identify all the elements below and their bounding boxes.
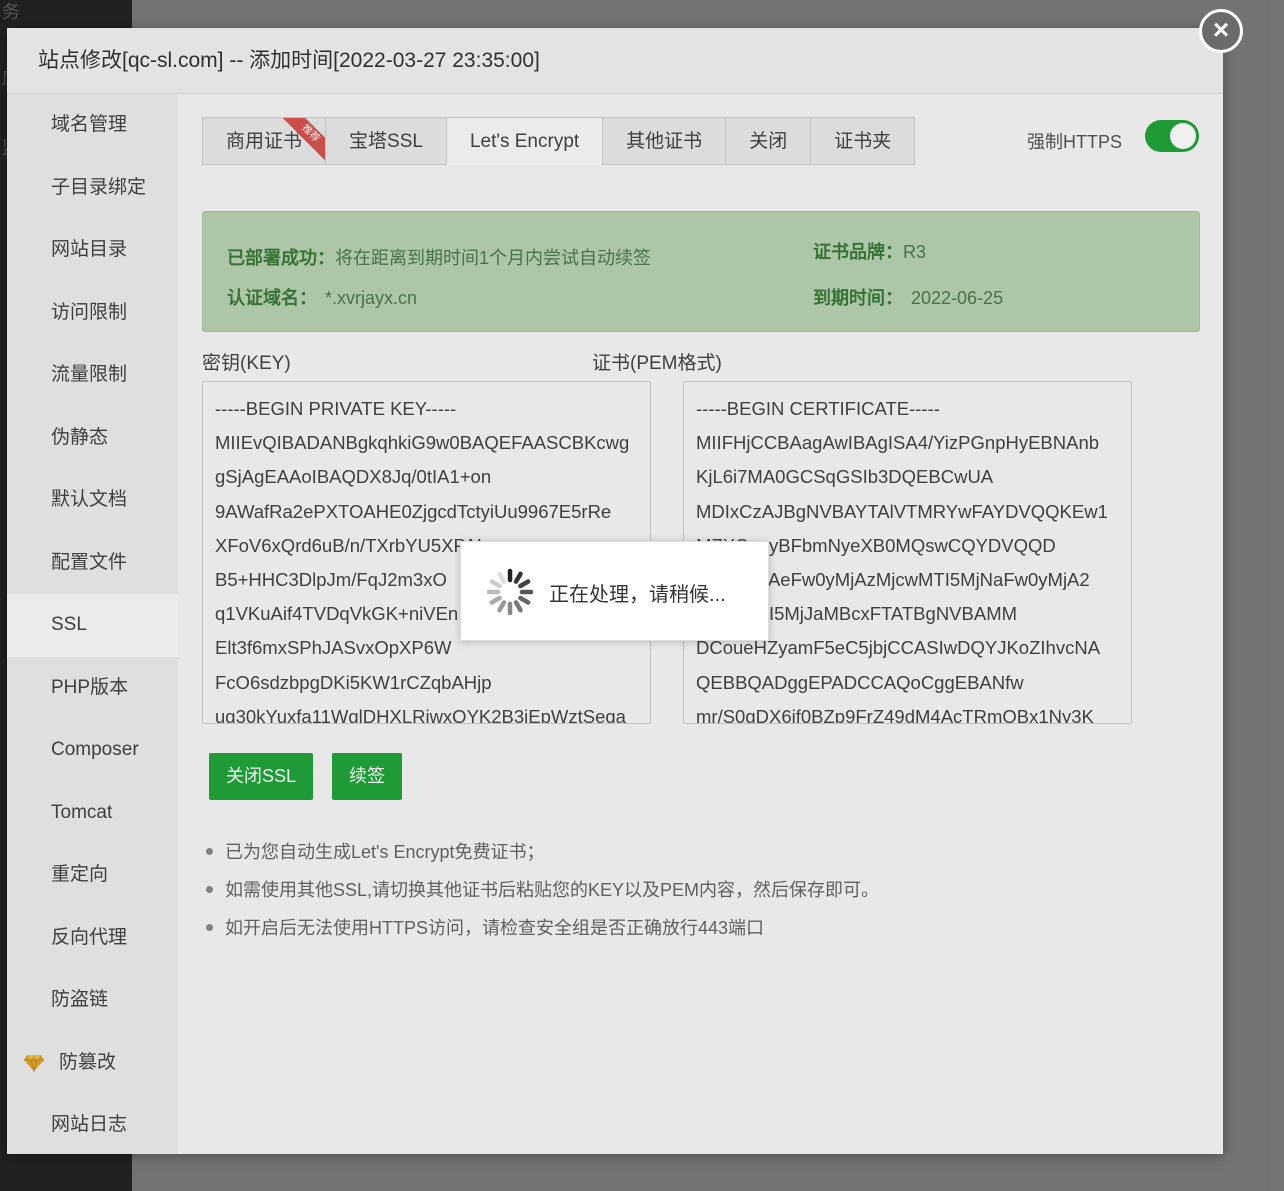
modal-title: 站点修改[qc-sl.com] -- 添加时间[2022-03-27 23:35… [7, 28, 1223, 94]
tip-item: 如需使用其他SSL,请切换其他证书后粘贴您的KEY以及PEM内容，然后保存即可。 [206, 875, 879, 913]
deploy-status-label: 已部署成功： [227, 248, 335, 268]
cert-expire: 到期时间： 2022-06-25 [813, 284, 1003, 310]
close-ssl-button[interactable]: 关闭SSL [209, 753, 314, 800]
menu-item-config-file[interactable]: 配置文件 [7, 532, 178, 595]
cert-brand-label: 证书品牌： [813, 242, 903, 262]
menu-item-tomcat[interactable]: Tomcat [7, 782, 178, 845]
menu-item-default-doc[interactable]: 默认文档 [7, 469, 178, 532]
deploy-status: 已部署成功：将在距离到期时间1个月内尝试自动续签 [227, 244, 651, 270]
tips-list: 已为您自动生成Let's Encrypt免费证书； 如需使用其他SSL,请切换其… [206, 837, 879, 951]
key-line: MIIEvQIBADANBgkqhkiG9w0BAQEFAASCBKcwg [215, 432, 630, 454]
menu-item-traffic-limit[interactable]: 流量限制 [7, 344, 178, 407]
menu-item-composer[interactable]: Composer [7, 719, 178, 782]
spinner-icon [486, 568, 534, 616]
menu-item-redirect[interactable]: 重定向 [7, 844, 178, 907]
cert-line: KjL6i7MA0GCSqGSIb3DQEBCwUA [696, 466, 994, 488]
tab-other-cert[interactable]: 其他证书 [602, 117, 726, 165]
key-label: 密钥(KEY) [202, 353, 291, 374]
cert-domain-value: *.xvrjayx.cn [325, 288, 418, 308]
renew-button[interactable]: 续签 [332, 753, 402, 800]
settings-menu: 域名管理 子目录绑定 网站目录 访问限制 流量限制 伪静态 默认文档 配置文件 … [7, 94, 178, 1154]
force-https-label: 强制HTTPS [1027, 132, 1123, 152]
cert-domain-label: 认证域名： [227, 288, 317, 308]
background-glyph: 务 [2, 2, 20, 22]
menu-item-hotlink[interactable]: 防盗链 [7, 969, 178, 1032]
cert-brand: 证书品牌：R3 [813, 238, 926, 264]
menu-item-subdir-bind[interactable]: 子目录绑定 [7, 157, 178, 220]
menu-item-label: 防篡改 [59, 1051, 117, 1073]
key-line: ug30kYuxfa11WglDHXLRjwxQYK2B3iEpWztSeqa [215, 705, 626, 724]
menu-item-rewrite[interactable]: 伪静态 [7, 407, 178, 470]
cert-expire-label: 到期时间： [813, 288, 903, 308]
menu-item-access-limit[interactable]: 访问限制 [7, 282, 178, 345]
menu-item-site-log[interactable]: 网站日志 [7, 1094, 178, 1157]
tab-close[interactable]: 关闭 [725, 117, 811, 165]
cert-line: -----BEGIN CERTIFICATE----- [696, 398, 940, 419]
menu-item-reverse-proxy[interactable]: 反向代理 [7, 907, 178, 970]
key-line: -----BEGIN PRIVATE KEY----- [215, 398, 457, 419]
menu-item-domain[interactable]: 域名管理 [7, 94, 178, 157]
cert-line: MDIxCzAJBgNVBAYTAlVTMRYwFAYDVQQKEw1 [696, 500, 1108, 522]
cert-line: QEBBQADggEPADCCAQoCggEBANfw [696, 671, 1024, 693]
key-line: 9AWafRa2ePXTOAHE0ZjgcdTctyiUu9967E5rRe [215, 500, 612, 522]
toggle-knob [1170, 123, 1196, 149]
tip-item: 已为您自动生成Let's Encrypt免费证书； [206, 837, 879, 875]
menu-item-php-version[interactable]: PHP版本 [7, 657, 178, 720]
key-line: gSjAgEAAoIBAQDX8Jq/0tIA1+on [215, 466, 492, 488]
loading-dialog: 正在处理，请稍候... [460, 541, 769, 641]
cert-expire-value: 2022-06-25 [911, 288, 1004, 308]
force-https-toggle[interactable] [1145, 120, 1199, 152]
cert-brand-value: R3 [903, 242, 927, 262]
tab-cert-folder[interactable]: 证书夹 [810, 117, 916, 165]
tip-item: 如开启后无法使用HTTPS访问，请检查安全组是否正确放行443端口 [206, 913, 879, 951]
cert-domain: 认证域名： *.xvrjayx.cn [227, 284, 417, 310]
key-line: FcO6sdzbpgDKi5KW1rCZqbAHjp [215, 671, 492, 693]
deploy-status-value: 将在距离到期时间1个月内尝试自动续签 [335, 248, 652, 268]
loading-text: 正在处理，请稍候... [549, 584, 726, 606]
ssl-tabs: 商用证书 推荐 宝塔SSL Let's Encrypt 其他证书 关闭 证书夹 [202, 117, 916, 165]
diamond-icon [24, 1054, 44, 1072]
menu-item-site-dir[interactable]: 网站目录 [7, 219, 178, 282]
cert-line: mr/S0gDX6if0BZp9FrZ49dM4AcTRmOBx1Ny3K [696, 705, 1094, 724]
menu-item-ssl[interactable]: SSL [7, 594, 178, 657]
tab-label: 商用证书 [226, 131, 303, 152]
tab-bt-ssl[interactable]: 宝塔SSL [325, 117, 446, 165]
close-modal-button[interactable]: × [1199, 9, 1243, 53]
cert-line: MIIFHjCCBAagAwIBAgISA4/YizPGnpHyEBNAnb [696, 432, 1100, 454]
cert-label: 证书(PEM格式) [592, 353, 722, 374]
menu-item-tamper-proof[interactable]: 防篡改 [7, 1032, 178, 1095]
cert-status-box: 已部署成功：将在距离到期时间1个月内尝试自动续签 认证域名： *.xvrjayx.… [202, 211, 1200, 332]
tab-lets-encrypt[interactable]: Let's Encrypt [445, 117, 603, 165]
tab-commercial-cert[interactable]: 商用证书 推荐 [202, 117, 326, 165]
